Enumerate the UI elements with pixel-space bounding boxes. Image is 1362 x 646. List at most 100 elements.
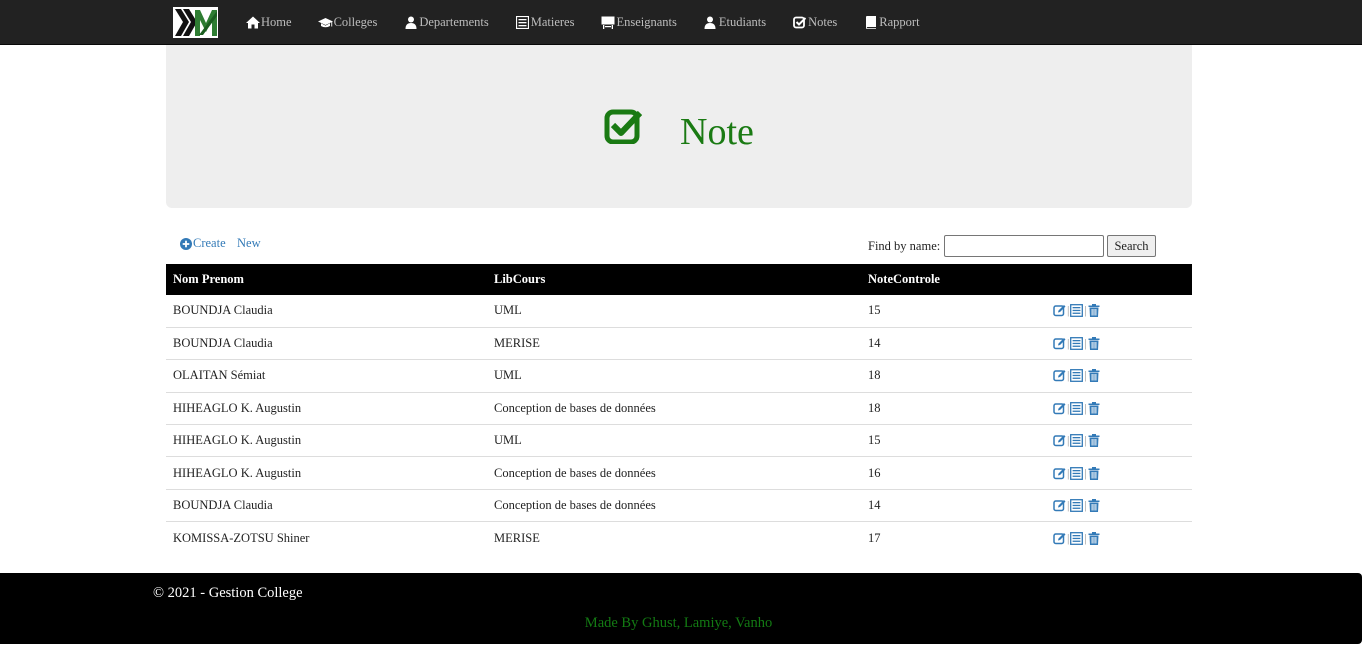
cell-notecontrole: 18 [861, 392, 1042, 426]
cell-libcours: MERISE [494, 530, 540, 545]
action-separator: | [1084, 530, 1087, 545]
edit-icon[interactable] [1053, 434, 1066, 447]
table-header-row: Nom Prenom LibCours NoteControle [166, 264, 1192, 295]
main-nav: Home Colleges Departements Matieres Ense… [245, 0, 946, 45]
edit-icon[interactable] [1053, 369, 1066, 382]
nav-departements-label: Departements [419, 15, 489, 29]
cell-actions: | | [1042, 392, 1192, 426]
delete-icon[interactable] [1088, 369, 1100, 383]
list-alt-icon [515, 16, 530, 30]
cell-actions: | | [1042, 424, 1192, 458]
details-icon[interactable] [1070, 499, 1084, 512]
action-separator: | [1084, 433, 1087, 448]
edit-icon[interactable] [1053, 304, 1066, 317]
edit-icon[interactable] [1053, 402, 1066, 415]
new-link[interactable]: New [237, 236, 261, 251]
cell-notecontrole: 18 [861, 359, 1042, 393]
cell-notecontrole: 15 [861, 424, 1042, 458]
nav-departements[interactable]: Departements [403, 15, 489, 30]
cell-libcours: UML [487, 359, 861, 393]
column-header-nom-prenom: Nom Prenom [166, 264, 487, 295]
action-separator: | [1067, 303, 1070, 318]
cell-libcours: Conception de bases de données [487, 456, 861, 490]
action-separator: | [1084, 336, 1087, 351]
search-button[interactable]: Search [1107, 235, 1156, 257]
details-icon[interactable] [1070, 531, 1084, 545]
action-separator: | [1084, 465, 1087, 480]
check-icon [792, 16, 807, 30]
table-row: OLAITAN Sémiat UML 18 | | [166, 359, 1192, 393]
cell-libcours: Conception de bases de données [487, 489, 861, 523]
cell-actions: | | [1042, 489, 1192, 523]
user-icon [403, 16, 418, 30]
details-icon[interactable] [1070, 401, 1084, 415]
action-separator: | [1067, 336, 1070, 351]
cell-libcours: MERISE [487, 327, 861, 361]
delete-icon[interactable] [1088, 499, 1100, 513]
cell-nom-prenom: KOMISSA-ZOTSU Shiner [173, 530, 310, 545]
action-separator: | [1084, 303, 1087, 318]
nav-notes[interactable]: Notes [792, 15, 837, 30]
cell-nom-prenom: HIHEAGLO K. Augustin [166, 392, 487, 426]
action-separator: | [1067, 400, 1070, 415]
made-by-text: Made By Ghust, Lamiye, Vanho [584, 615, 773, 631]
table-row: KOMISSA-ZOTSU Shiner MERISE 17 | | [166, 522, 1192, 554]
edit-icon[interactable] [1053, 532, 1066, 545]
details-icon[interactable] [1070, 369, 1084, 383]
nav-home-label: Home [261, 15, 292, 29]
footer: © 2021 - Gestion College Made By Ghust, … [0, 573, 1362, 644]
table-row: BOUNDJA Claudia UML 15 | | [166, 295, 1192, 328]
nav-enseignants[interactable]: Enseignants [600, 15, 677, 30]
details-icon[interactable] [1070, 337, 1084, 351]
delete-icon[interactable] [1088, 434, 1100, 448]
delete-icon[interactable] [1088, 401, 1100, 415]
cell-notecontrole: 14 [861, 489, 1042, 523]
delete-icon[interactable] [1088, 531, 1100, 545]
cell-nom-prenom: BOUNDJA Claudia [166, 489, 487, 523]
details-icon[interactable] [1070, 434, 1084, 448]
plus-circle-icon [180, 237, 192, 250]
search-input[interactable] [944, 235, 1104, 257]
nav-notes-label: Notes [808, 15, 838, 29]
table-row: BOUNDJA Claudia MERISE 14 | | [166, 327, 1192, 361]
delete-icon[interactable] [1088, 466, 1100, 480]
column-header-notecontrole: NoteControle [861, 264, 1042, 295]
top-navbar: Home Colleges Departements Matieres Ense… [0, 0, 1362, 45]
cell-notecontrole: 15 [861, 295, 1042, 328]
nav-matieres-label: Matieres [530, 15, 575, 29]
nav-matieres[interactable]: Matieres [515, 15, 575, 30]
nav-rapport[interactable]: Rapport [863, 15, 920, 30]
action-separator: | [1067, 498, 1070, 513]
edit-icon[interactable] [1053, 499, 1066, 512]
nav-home[interactable]: Home [245, 15, 292, 30]
edit-icon[interactable] [1053, 467, 1066, 480]
page-title: Note [680, 111, 754, 153]
book-icon [863, 16, 878, 30]
details-icon[interactable] [1070, 304, 1084, 318]
cell-libcours: UML [487, 424, 861, 458]
cell-notecontrole: 17 [868, 530, 881, 545]
action-separator: | [1067, 433, 1070, 448]
cell-actions: | | [1042, 295, 1192, 328]
graduation-cap-icon [317, 16, 333, 30]
action-separator: | [1067, 530, 1070, 545]
table-row: HIHEAGLO K. Augustin UML 15 | | [166, 424, 1192, 458]
nav-rapport-label: Rapport [879, 15, 920, 29]
home-icon [245, 16, 260, 30]
create-new-link[interactable]: Create [180, 236, 226, 251]
nav-etudiants-label: Etudiants [718, 15, 767, 29]
nav-etudiants[interactable]: Etudiants [703, 15, 766, 30]
delete-icon[interactable] [1088, 304, 1100, 318]
table-row: HIHEAGLO K. Augustin Conception de bases … [166, 456, 1192, 490]
blackboard-icon [600, 16, 615, 30]
nav-colleges[interactable]: Colleges [317, 15, 377, 30]
brand-logo[interactable] [173, 7, 218, 38]
check-icon [604, 108, 643, 148]
cell-nom-prenom: BOUNDJA Claudia [166, 295, 487, 328]
copyright-text: © 2021 - Gestion College [153, 585, 303, 601]
cell-notecontrole: 14 [861, 327, 1042, 361]
delete-icon[interactable] [1088, 337, 1100, 351]
action-separator: | [1067, 368, 1070, 383]
details-icon[interactable] [1070, 466, 1084, 480]
edit-icon[interactable] [1053, 337, 1066, 350]
